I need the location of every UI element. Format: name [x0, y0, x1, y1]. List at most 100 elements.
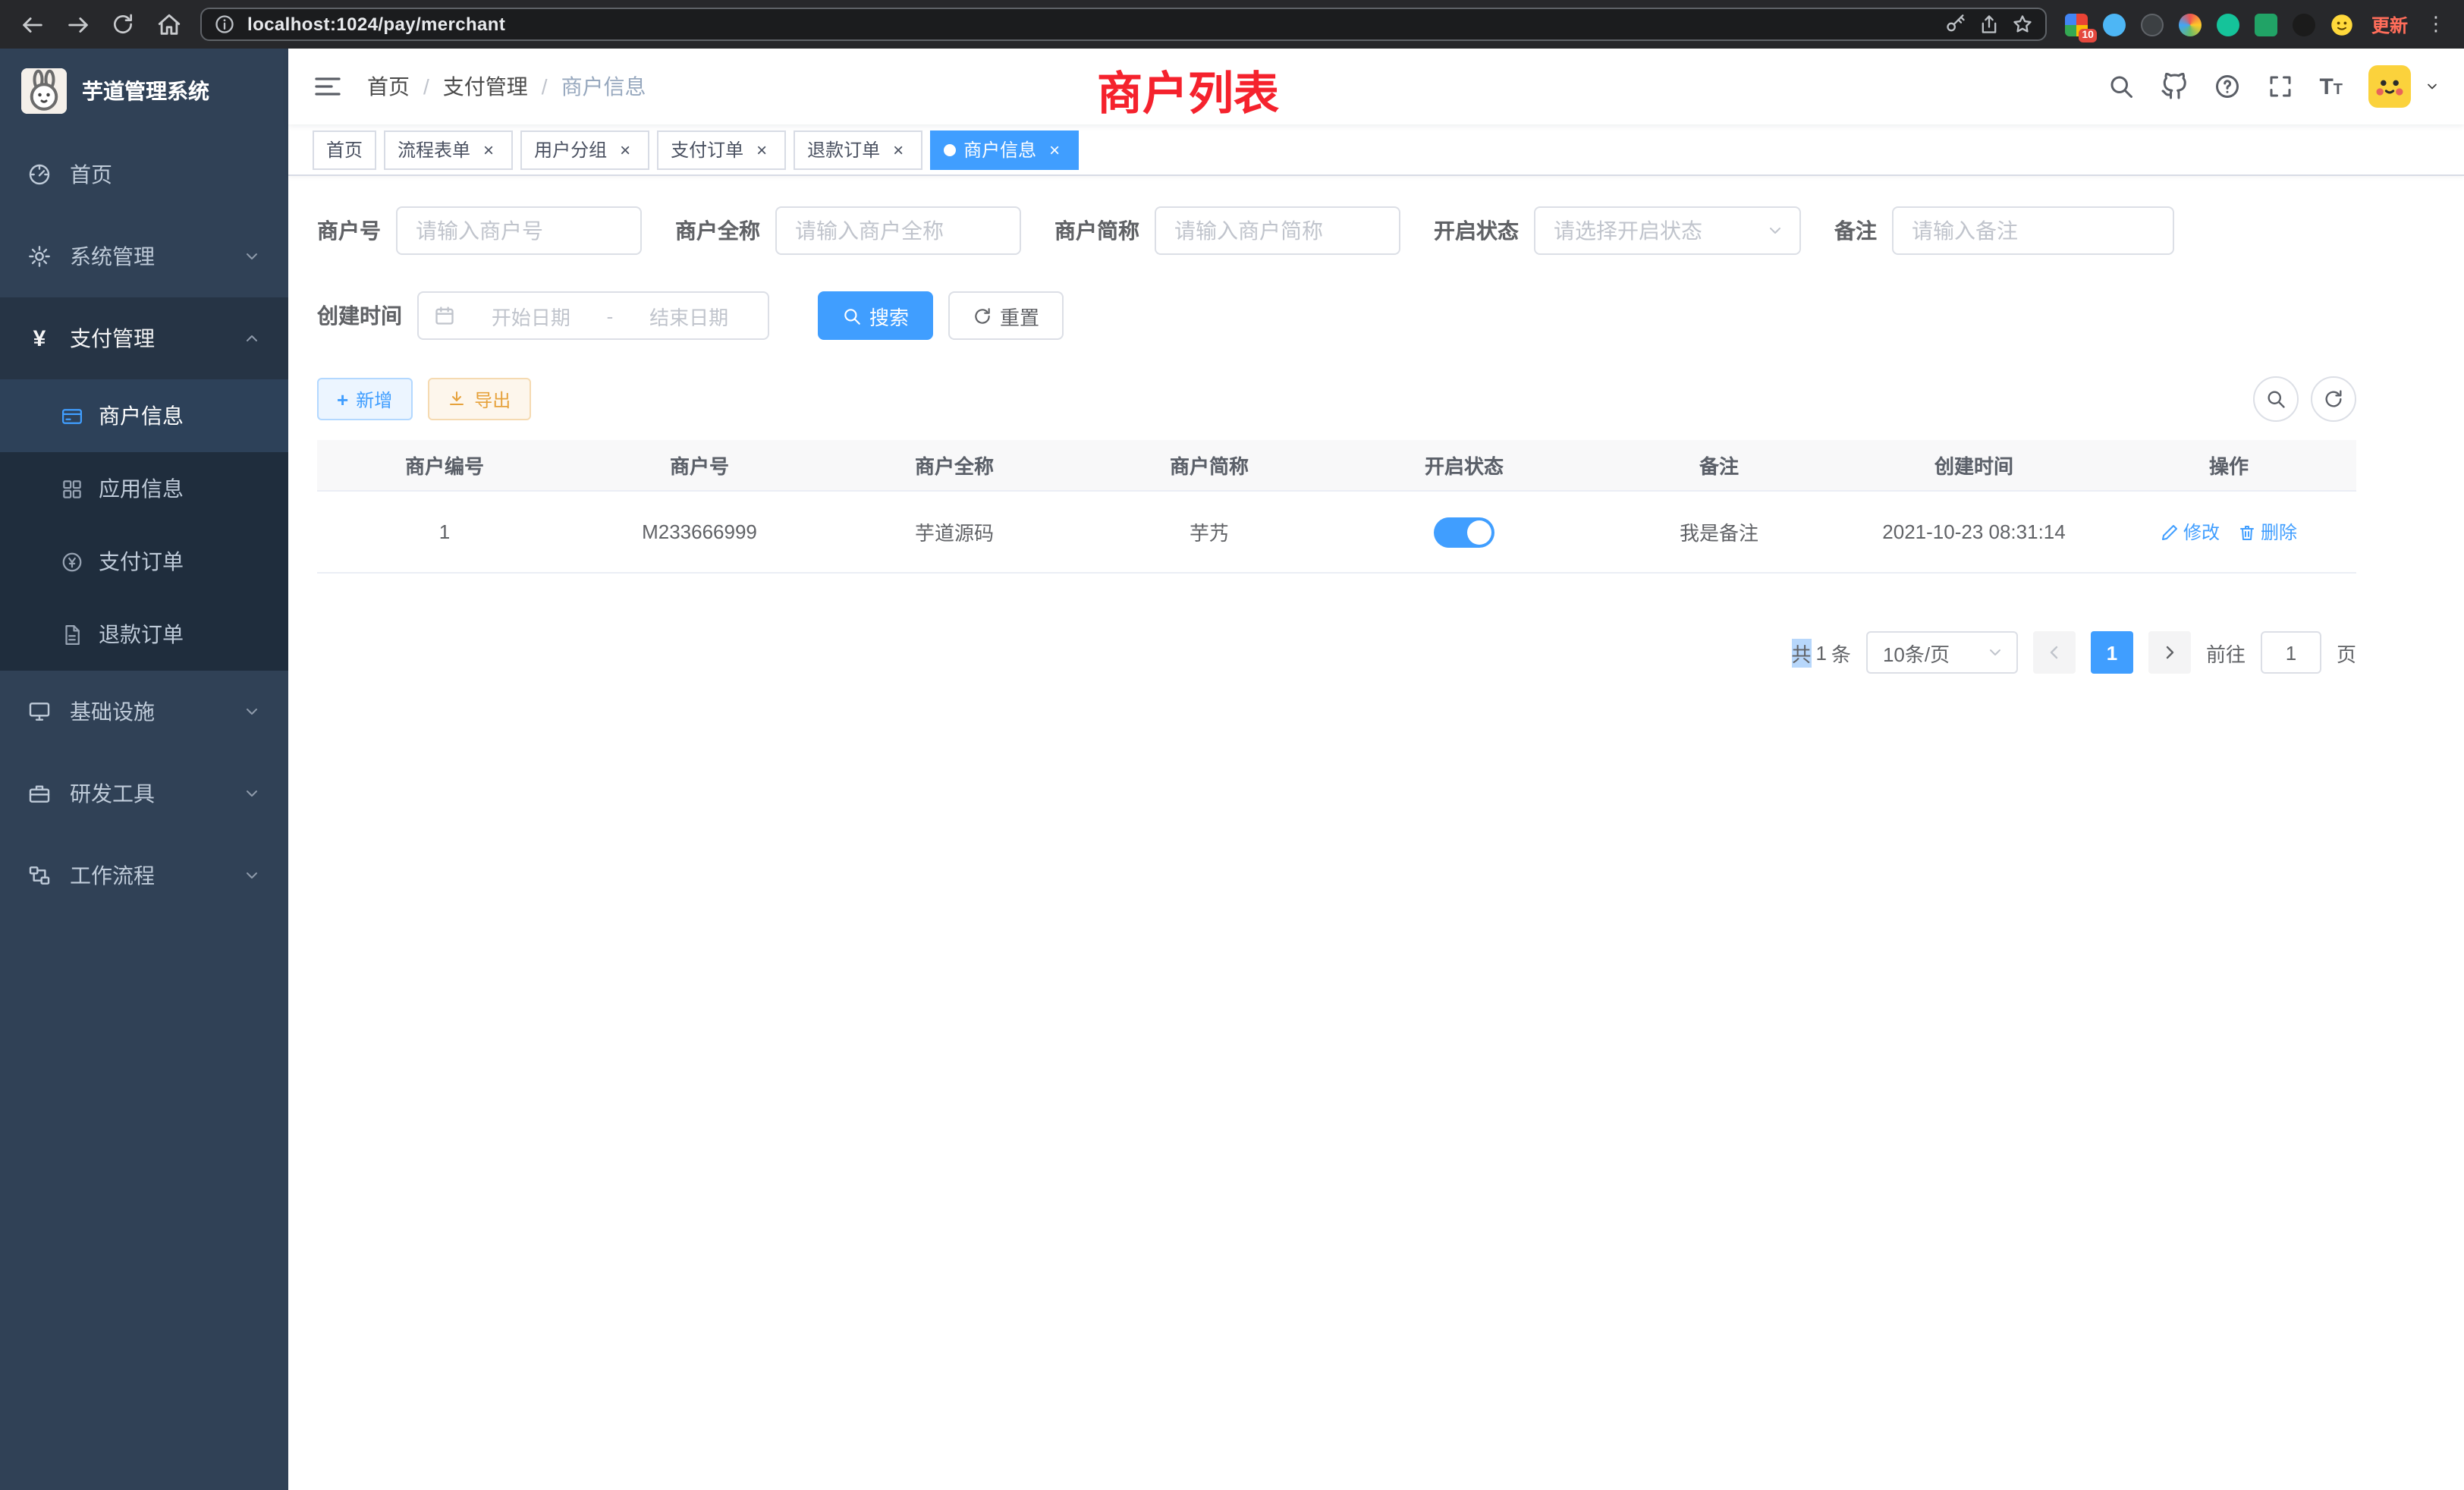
bookmark-star-icon[interactable] — [2012, 14, 2033, 35]
edit-link[interactable]: 修改 — [2161, 519, 2220, 545]
share-icon[interactable] — [1978, 14, 2000, 35]
avatar-caret-icon[interactable] — [2425, 79, 2440, 94]
col-header: 备注 — [1592, 451, 1846, 479]
col-header: 商户全称 — [827, 451, 1082, 479]
help-icon[interactable] — [2213, 73, 2240, 100]
screen: localhost:1024/pay/merchant 10 更新 ⋮ 芋道管理… — [0, 0, 2464, 1490]
active-tab-dot — [944, 143, 956, 156]
tab-close-icon[interactable]: × — [751, 139, 772, 160]
remark-input[interactable] — [1892, 206, 2174, 255]
filter-merchant-no: 商户号 — [317, 206, 642, 255]
gear-icon — [27, 244, 52, 269]
user-avatar[interactable] — [2368, 65, 2411, 108]
filter-short-name: 商户简称 — [1054, 206, 1400, 255]
pagination: 共 1 条 10条/页 1 前往 页 — [317, 631, 2356, 674]
sidebar-item-payment[interactable]: ¥ 支付管理 — [0, 297, 288, 379]
extension-dark-icon[interactable] — [2141, 13, 2164, 36]
breadcrumb-payment[interactable]: 支付管理 — [443, 71, 528, 102]
chevron-down-icon — [1986, 643, 2004, 662]
tab-close-icon[interactable]: × — [614, 139, 636, 160]
toggle-search-button[interactable] — [2253, 376, 2299, 422]
hamburger-icon[interactable] — [313, 71, 343, 102]
filter-create-time: 创建时间 开始日期 - 结束日期 — [317, 291, 769, 340]
goto-page-input[interactable] — [2261, 631, 2321, 674]
page-number-button[interactable]: 1 — [2091, 631, 2133, 674]
table-row: 1 M233666999 芋道源码 芋艿 我是备注 2021-10-23 08:… — [317, 492, 2356, 574]
breadcrumb: 首页 / 支付管理 / 商户信息 — [367, 71, 646, 102]
tab-merchant-info[interactable]: 商户信息 × — [930, 130, 1079, 169]
filter-label: 商户号 — [317, 215, 381, 246]
forward-icon[interactable] — [64, 11, 91, 38]
fullscreen-icon[interactable] — [2266, 73, 2293, 100]
reload-icon[interactable] — [109, 11, 137, 38]
extension-blue-icon[interactable] — [2103, 13, 2126, 36]
goto-label: 前往 — [2206, 638, 2246, 667]
tab-close-icon[interactable]: × — [1044, 139, 1065, 160]
merchant-table: 商户编号 商户号 商户全称 商户简称 开启状态 备注 创建时间 操作 1 M23… — [317, 440, 2356, 574]
sidebar-item-label: 工作流程 — [70, 860, 155, 891]
profile-avatar-icon[interactable] — [2330, 13, 2353, 36]
create-time-range-picker[interactable]: 开始日期 - 结束日期 — [417, 291, 769, 340]
start-date-placeholder[interactable]: 开始日期 — [467, 301, 595, 330]
tab-close-icon[interactable]: × — [478, 139, 499, 160]
extension-green-circle-icon[interactable] — [2217, 13, 2239, 36]
filter-status: 开启状态 请选择开启状态 — [1434, 206, 1801, 255]
github-icon[interactable] — [2160, 73, 2187, 100]
page-size-select[interactable]: 10条/页 — [1866, 631, 2018, 674]
sidebar-item-dev-tools[interactable]: 研发工具 — [0, 753, 288, 835]
site-info-icon[interactable] — [214, 14, 235, 35]
add-button[interactable]: + 新增 — [317, 378, 412, 420]
extension-black-icon[interactable] — [2293, 13, 2315, 36]
tab-process-form[interactable]: 流程表单 × — [384, 130, 513, 169]
address-bar[interactable]: localhost:1024/pay/merchant — [200, 8, 2047, 41]
search-icon[interactable] — [2107, 73, 2134, 100]
sidebar-item-system[interactable]: 系统管理 — [0, 215, 288, 297]
search-button[interactable]: 搜索 — [818, 291, 933, 340]
sidebar-item-merchant-info[interactable]: 商户信息 — [0, 379, 288, 452]
password-key-icon[interactable] — [1945, 14, 1966, 35]
tab-refund-order[interactable]: 退款订单 × — [794, 130, 922, 169]
back-icon[interactable] — [18, 11, 46, 38]
tab-pay-order[interactable]: 支付订单 × — [657, 130, 786, 169]
sidebar-item-workflow[interactable]: 工作流程 — [0, 835, 288, 916]
extension-colorful-icon[interactable]: 10 — [2065, 13, 2088, 36]
sidebar-item-pay-order[interactable]: 支付订单 — [0, 525, 288, 598]
sidebar-item-infrastructure[interactable]: 基础设施 — [0, 671, 288, 753]
grid-icon — [61, 477, 83, 500]
full-name-input[interactable] — [775, 206, 1021, 255]
status-select[interactable]: 请选择开启状态 — [1534, 206, 1801, 255]
reset-button[interactable]: 重置 — [948, 291, 1064, 340]
next-page-button[interactable] — [2148, 631, 2191, 674]
document-icon — [61, 623, 83, 646]
export-button[interactable]: 导出 — [427, 378, 530, 420]
delete-link[interactable]: 删除 — [2238, 519, 2297, 545]
end-date-placeholder[interactable]: 结束日期 — [625, 301, 753, 330]
tab-close-icon[interactable]: × — [888, 139, 909, 160]
tab-home[interactable]: 首页 — [313, 130, 376, 169]
home-icon[interactable] — [155, 11, 182, 38]
status-toggle[interactable] — [1434, 517, 1494, 547]
extension-rainbow-icon[interactable] — [2179, 13, 2202, 36]
calendar-icon — [434, 305, 455, 326]
filter-row-1: 商户号 商户全称 商户简称 开启状态 请选择开启状态 — [317, 206, 2464, 255]
extension-green-square-icon[interactable] — [2255, 13, 2277, 36]
refresh-table-button[interactable] — [2311, 376, 2356, 422]
breadcrumb-separator: / — [423, 74, 429, 99]
merchant-no-input[interactable] — [396, 206, 642, 255]
breadcrumb-home[interactable]: 首页 — [367, 71, 410, 102]
browser-menu-icon[interactable]: ⋮ — [2426, 12, 2446, 36]
font-size-icon[interactable]: TT — [2319, 75, 2343, 98]
sidebar-item-refund-order[interactable]: 退款订单 — [0, 598, 288, 671]
plus-icon: + — [337, 388, 348, 410]
sidebar-item-home[interactable]: 首页 — [0, 134, 288, 215]
prev-page-button[interactable] — [2033, 631, 2076, 674]
sidebar-item-label: 支付管理 — [70, 323, 155, 354]
search-icon — [842, 306, 862, 325]
app-logo[interactable]: 芋道管理系统 — [0, 49, 288, 134]
browser-update-button[interactable]: 更新 — [2371, 11, 2408, 37]
short-name-input[interactable] — [1155, 206, 1400, 255]
navbar-actions: TT — [2107, 65, 2440, 108]
top-navbar: 首页 / 支付管理 / 商户信息 TT — [288, 49, 2464, 124]
sidebar-item-app-info[interactable]: 应用信息 — [0, 452, 288, 525]
tab-user-group[interactable]: 用户分组 × — [520, 130, 649, 169]
